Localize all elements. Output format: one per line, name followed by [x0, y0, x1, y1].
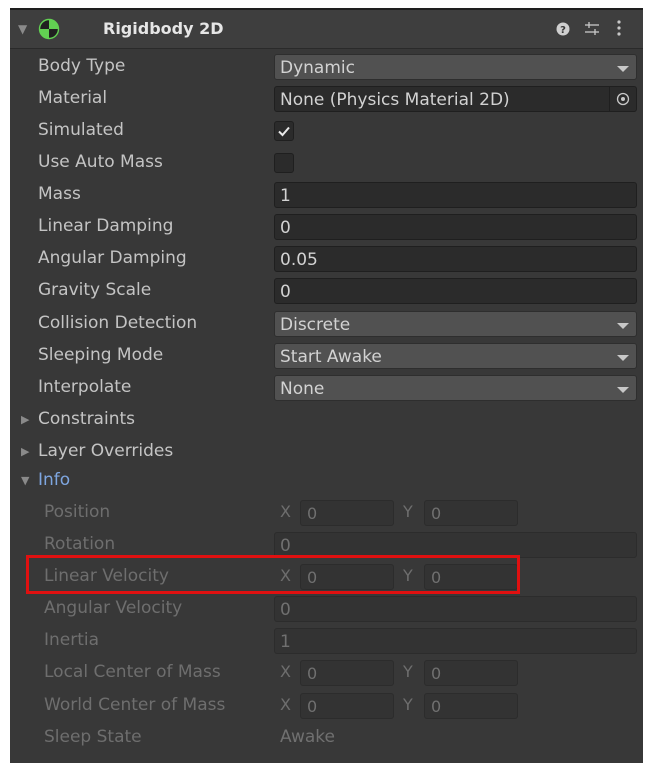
sleeping-mode-dropdown[interactable]: Start Awake [274, 343, 637, 369]
foldout-expanded-icon[interactable]: ▼ [21, 474, 29, 487]
foldout-collapsed-icon[interactable]: ▶ [21, 445, 29, 458]
component-header[interactable]: ▼ Rigidbody 2D ? [10, 10, 643, 49]
angular-damping-row: Angular Damping 0.05 [10, 243, 643, 275]
component-title: Rigidbody 2D [103, 19, 224, 38]
interpolate-row: Interpolate None [10, 372, 643, 404]
use-auto-mass-label: Use Auto Mass [38, 152, 163, 172]
position-label: Position [44, 502, 111, 522]
position-y-field: 0 [424, 500, 518, 526]
simulated-row: Simulated [10, 115, 643, 147]
world-center-of-mass-row: World Center of Mass X 0 Y 0 [10, 690, 643, 722]
linear-damping-input[interactable]: 0 [274, 214, 637, 240]
dropdown-arrow-icon [617, 355, 629, 361]
info-label[interactable]: Info [38, 470, 70, 490]
local-center-of-mass-row: Local Center of Mass X 0 Y 0 [10, 657, 643, 689]
rotation-label: Rotation [44, 534, 116, 554]
gravity-scale-input[interactable]: 0 [274, 278, 637, 304]
local-center-of-mass-x-field: 0 [300, 660, 394, 686]
interpolate-dropdown[interactable]: None [274, 375, 637, 401]
material-value: None (Physics Material 2D) [280, 90, 510, 110]
mass-input[interactable]: 1 [274, 182, 637, 208]
material-label: Material [38, 88, 108, 108]
position-row: Position X 0 Y 0 [10, 497, 643, 529]
svg-text:?: ? [560, 25, 566, 36]
object-picker-icon[interactable] [609, 87, 636, 111]
collision-detection-label: Collision Detection [38, 313, 198, 333]
body-type-row: Body Type Dynamic [10, 51, 643, 83]
collapse-arrow-icon[interactable]: ▼ [18, 22, 27, 36]
angular-velocity-row: Angular Velocity 0 [10, 593, 643, 625]
y-axis-label: Y [403, 662, 413, 681]
kebab-menu-icon[interactable] [616, 19, 622, 41]
body-type-dropdown[interactable]: Dynamic [274, 54, 637, 80]
gravity-scale-label[interactable]: Gravity Scale [38, 280, 151, 300]
material-row: Material None (Physics Material 2D) [10, 83, 643, 115]
world-center-of-mass-x-field: 0 [300, 693, 394, 719]
sleeping-mode-label: Sleeping Mode [38, 345, 164, 365]
x-axis-label: X [280, 695, 291, 714]
inertia-row: Inertia 1 [10, 625, 643, 657]
x-axis-label: X [280, 502, 291, 521]
angular-velocity-field: 0 [274, 596, 637, 622]
info-foldout[interactable]: ▼ Info [10, 465, 643, 497]
layer-overrides-label[interactable]: Layer Overrides [38, 441, 173, 461]
collision-detection-value: Discrete [280, 315, 351, 335]
help-icon[interactable]: ? [556, 21, 570, 40]
interpolate-label: Interpolate [38, 377, 132, 397]
constraints-foldout[interactable]: ▶ Constraints [10, 404, 643, 436]
linear-velocity-highlight-box [26, 555, 520, 594]
simulated-checkbox[interactable] [274, 121, 294, 141]
linear-damping-label[interactable]: Linear Damping [38, 216, 173, 236]
collision-detection-row: Collision Detection Discrete [10, 308, 643, 340]
rigidbody-2d-icon [38, 18, 60, 44]
preset-icon[interactable] [584, 21, 600, 41]
linear-damping-row: Linear Damping 0 [10, 211, 643, 243]
interpolate-value: None [280, 379, 325, 399]
sleep-state-value: Awake [280, 727, 335, 747]
rigidbody-2d-inspector: ▼ Rigidbody 2D ? Body Type Dynamic Mater… [10, 8, 643, 763]
use-auto-mass-checkbox[interactable] [274, 153, 294, 173]
mass-label[interactable]: Mass [38, 184, 81, 204]
world-center-of-mass-y-field: 0 [424, 693, 518, 719]
material-object-field[interactable]: None (Physics Material 2D) [274, 86, 637, 112]
simulated-label: Simulated [38, 120, 124, 140]
foldout-collapsed-icon[interactable]: ▶ [21, 413, 29, 426]
dropdown-arrow-icon [617, 323, 629, 329]
x-axis-label: X [280, 662, 291, 681]
inertia-field: 1 [274, 628, 637, 654]
y-axis-label: Y [403, 502, 413, 521]
dropdown-arrow-icon [617, 387, 629, 393]
body-type-value: Dynamic [280, 58, 355, 78]
position-x-field: 0 [300, 500, 394, 526]
inertia-label: Inertia [44, 630, 100, 650]
use-auto-mass-row: Use Auto Mass [10, 147, 643, 179]
sleep-state-label: Sleep State [44, 727, 142, 747]
sleep-state-row: Sleep State Awake [10, 722, 643, 754]
angular-velocity-label: Angular Velocity [44, 598, 183, 618]
body-type-label: Body Type [38, 56, 126, 76]
local-center-of-mass-y-field: 0 [424, 660, 518, 686]
collision-detection-dropdown[interactable]: Discrete [274, 311, 637, 337]
gravity-scale-row: Gravity Scale 0 [10, 275, 643, 307]
angular-damping-input[interactable]: 0.05 [274, 246, 637, 272]
constraints-label[interactable]: Constraints [38, 409, 135, 429]
sleeping-mode-value: Start Awake [280, 347, 382, 367]
layer-overrides-foldout[interactable]: ▶ Layer Overrides [10, 436, 643, 468]
checkmark-icon [278, 126, 290, 137]
dropdown-arrow-icon [617, 66, 629, 72]
mass-row: Mass 1 [10, 179, 643, 211]
angular-damping-label[interactable]: Angular Damping [38, 248, 187, 268]
sleeping-mode-row: Sleeping Mode Start Awake [10, 340, 643, 372]
local-center-of-mass-label: Local Center of Mass [44, 662, 221, 682]
y-axis-label: Y [403, 695, 413, 714]
world-center-of-mass-label: World Center of Mass [44, 695, 226, 715]
